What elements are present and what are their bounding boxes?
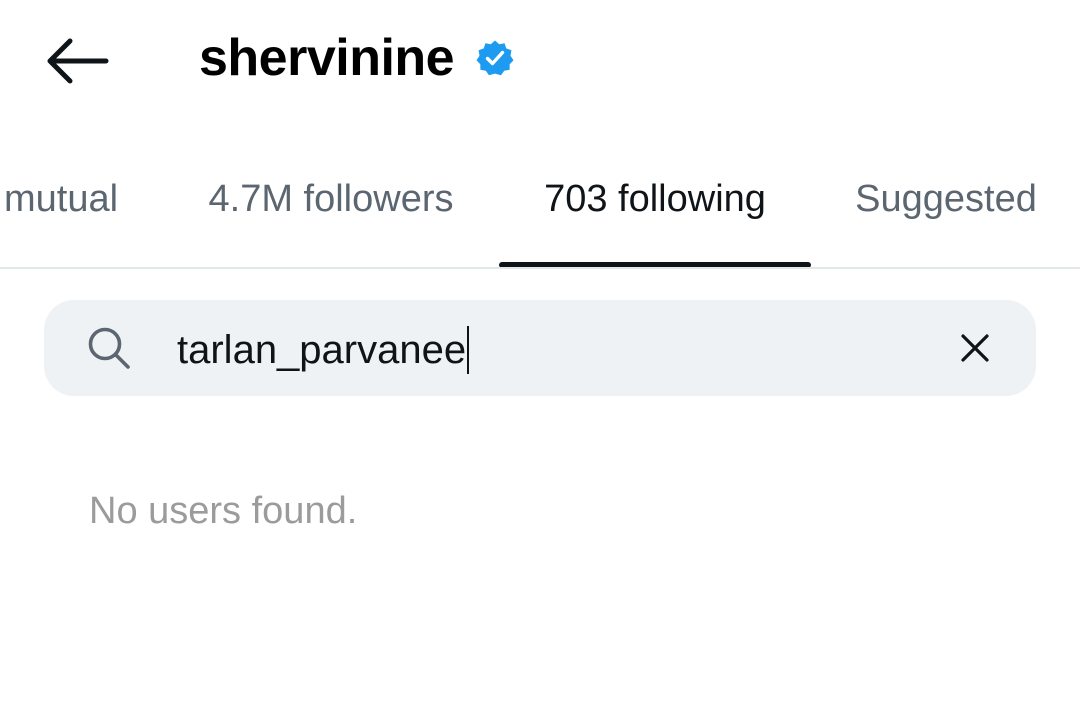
back-button[interactable] xyxy=(40,30,114,92)
close-icon xyxy=(961,334,989,362)
tab-mutual[interactable]: mutual xyxy=(0,160,140,268)
tab-suggested[interactable]: Suggested xyxy=(836,160,1056,268)
tab-followers[interactable]: 4.7M followers xyxy=(185,160,477,268)
search-icon xyxy=(86,325,132,371)
empty-results-message: No users found. xyxy=(89,490,358,532)
tab-following[interactable]: 703 following xyxy=(499,160,811,268)
following-screen: shervinine mutual 4.7M followers 703 fol… xyxy=(0,0,1080,716)
search-query-text: tarlan_parvanee xyxy=(177,327,467,372)
profile-username: shervinine xyxy=(199,29,455,87)
tab-divider xyxy=(0,267,1080,269)
header-title: shervinine xyxy=(199,26,514,90)
arrow-left-icon xyxy=(47,38,109,84)
text-cursor xyxy=(467,326,470,374)
clear-search-button[interactable] xyxy=(951,324,999,372)
tab-bar: mutual 4.7M followers 703 following Sugg… xyxy=(0,160,1080,268)
verified-badge-icon xyxy=(476,39,514,77)
search-query[interactable]: tarlan_parvanee xyxy=(177,322,470,378)
